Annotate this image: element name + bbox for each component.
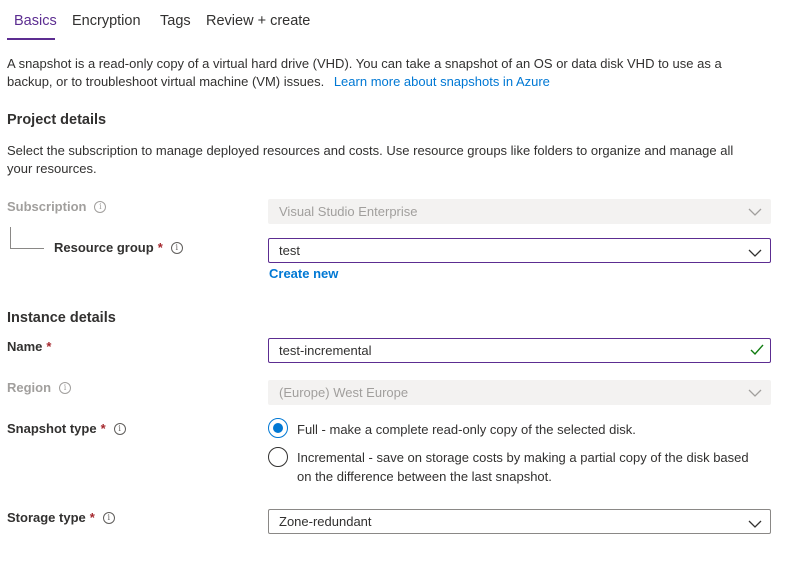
tab-bar: Basics Encryption Tags Review + create bbox=[0, 0, 786, 44]
region-value: (Europe) West Europe bbox=[279, 385, 409, 400]
snapshot-type-label-text: Snapshot type bbox=[7, 421, 97, 436]
snapshot-type-incremental-radio[interactable] bbox=[268, 447, 288, 467]
intro-text-line-2-text: backup, or to troubleshoot virtual machi… bbox=[7, 74, 325, 89]
active-tab-indicator bbox=[7, 38, 55, 40]
snapshot-type-full-label[interactable]: Full - make a complete read-only copy of… bbox=[297, 420, 636, 439]
info-icon[interactable]: i bbox=[94, 200, 107, 213]
storage-type-label-text: Storage type bbox=[7, 510, 86, 525]
name-value: test-incremental bbox=[279, 343, 372, 358]
region-dropdown: (Europe) West Europe bbox=[268, 380, 771, 405]
required-mark: * bbox=[157, 240, 163, 255]
create-new-link[interactable]: Create new bbox=[269, 265, 338, 283]
storage-type-value: Zone-redundant bbox=[279, 514, 372, 529]
snapshot-type-incremental-line-2: on the difference between the last snaps… bbox=[297, 469, 552, 484]
storage-type-label: Storage type * i bbox=[7, 510, 115, 525]
intro-text-line-1: A snapshot is a read-only copy of a virt… bbox=[7, 56, 722, 71]
storage-type-dropdown[interactable]: Zone-redundant bbox=[268, 509, 771, 534]
project-details-heading: Project details bbox=[7, 112, 107, 128]
resource-group-label: Resource group * i bbox=[54, 240, 183, 255]
subscription-dropdown: Visual Studio Enterprise bbox=[268, 199, 771, 224]
resource-group-value: test bbox=[279, 243, 300, 258]
name-label-text: Name bbox=[7, 339, 43, 354]
tab-review-create[interactable]: Review + create bbox=[206, 13, 310, 29]
info-icon[interactable]: i bbox=[59, 381, 72, 394]
project-details-desc-line-1: Select the subscription to manage deploy… bbox=[7, 143, 734, 158]
required-mark: * bbox=[46, 339, 52, 354]
learn-more-link[interactable]: Learn more about snapshots in Azure bbox=[334, 74, 550, 89]
snapshot-type-full-radio[interactable] bbox=[268, 418, 288, 438]
info-icon[interactable]: i bbox=[170, 241, 183, 254]
required-mark: * bbox=[89, 510, 95, 525]
info-icon[interactable]: i bbox=[102, 511, 115, 524]
subscription-value: Visual Studio Enterprise bbox=[279, 204, 418, 219]
info-icon[interactable]: i bbox=[113, 422, 126, 435]
subscription-label: Subscription i bbox=[7, 199, 107, 214]
resource-group-label-text: Resource group bbox=[54, 240, 154, 255]
resource-group-dropdown[interactable]: test bbox=[268, 238, 771, 263]
tab-basics[interactable]: Basics bbox=[14, 13, 57, 29]
tab-tags[interactable]: Tags bbox=[160, 13, 191, 29]
name-input[interactable]: test-incremental bbox=[268, 338, 771, 363]
subscription-label-text: Subscription bbox=[7, 199, 87, 214]
region-label: Region i bbox=[7, 380, 72, 395]
required-mark: * bbox=[100, 421, 106, 436]
checkmark-icon bbox=[750, 344, 764, 356]
chevron-down-icon bbox=[748, 249, 762, 257]
region-label-text: Region bbox=[7, 380, 52, 395]
snapshot-type-incremental-line-1: Incremental - save on storage costs by m… bbox=[297, 450, 749, 465]
chevron-down-icon bbox=[748, 520, 762, 528]
chevron-down-icon bbox=[748, 208, 762, 216]
project-details-desc-line-2: your resources. bbox=[7, 161, 97, 176]
name-label: Name * bbox=[7, 339, 51, 354]
tree-connector bbox=[10, 227, 44, 249]
tab-encryption[interactable]: Encryption bbox=[72, 13, 141, 29]
chevron-down-icon bbox=[748, 389, 762, 397]
intro-text-line-2: backup, or to troubleshoot virtual machi… bbox=[7, 73, 550, 91]
snapshot-type-incremental-label[interactable]: Incremental - save on storage costs by m… bbox=[297, 448, 749, 486]
snapshot-type-label: Snapshot type * i bbox=[7, 421, 126, 436]
instance-details-heading: Instance details bbox=[7, 310, 116, 326]
